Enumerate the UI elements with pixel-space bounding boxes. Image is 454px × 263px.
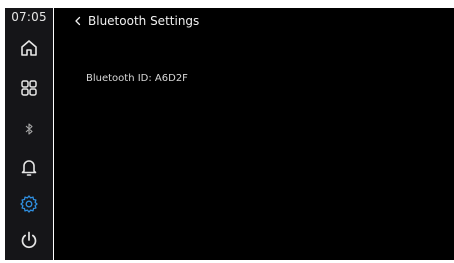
sidebar-item-apps[interactable] bbox=[5, 74, 53, 102]
sidebar-item-notifications[interactable] bbox=[5, 153, 53, 181]
main-panel: Bluetooth Settings Bluetooth ID: A6D2F bbox=[54, 8, 454, 260]
back-button[interactable] bbox=[74, 16, 82, 26]
gear-icon bbox=[20, 195, 38, 213]
sidebar: 07:05 bbox=[5, 8, 53, 260]
apps-grid-icon bbox=[21, 80, 37, 96]
page-header: Bluetooth Settings bbox=[74, 11, 199, 31]
sidebar-item-power[interactable] bbox=[5, 226, 53, 254]
power-icon bbox=[21, 231, 37, 249]
bluetooth-icon bbox=[25, 123, 33, 135]
sidebar-item-settings[interactable] bbox=[5, 190, 53, 218]
chevron-left-icon bbox=[75, 16, 81, 26]
sidebar-item-home[interactable] bbox=[5, 34, 53, 62]
sidebar-item-bluetooth[interactable] bbox=[5, 115, 53, 143]
page-title: Bluetooth Settings bbox=[88, 14, 200, 28]
bell-icon bbox=[21, 160, 37, 176]
bluetooth-id-label: Bluetooth ID: A6D2F bbox=[86, 73, 188, 84]
clock: 07:05 bbox=[11, 10, 47, 24]
home-icon bbox=[21, 40, 37, 56]
